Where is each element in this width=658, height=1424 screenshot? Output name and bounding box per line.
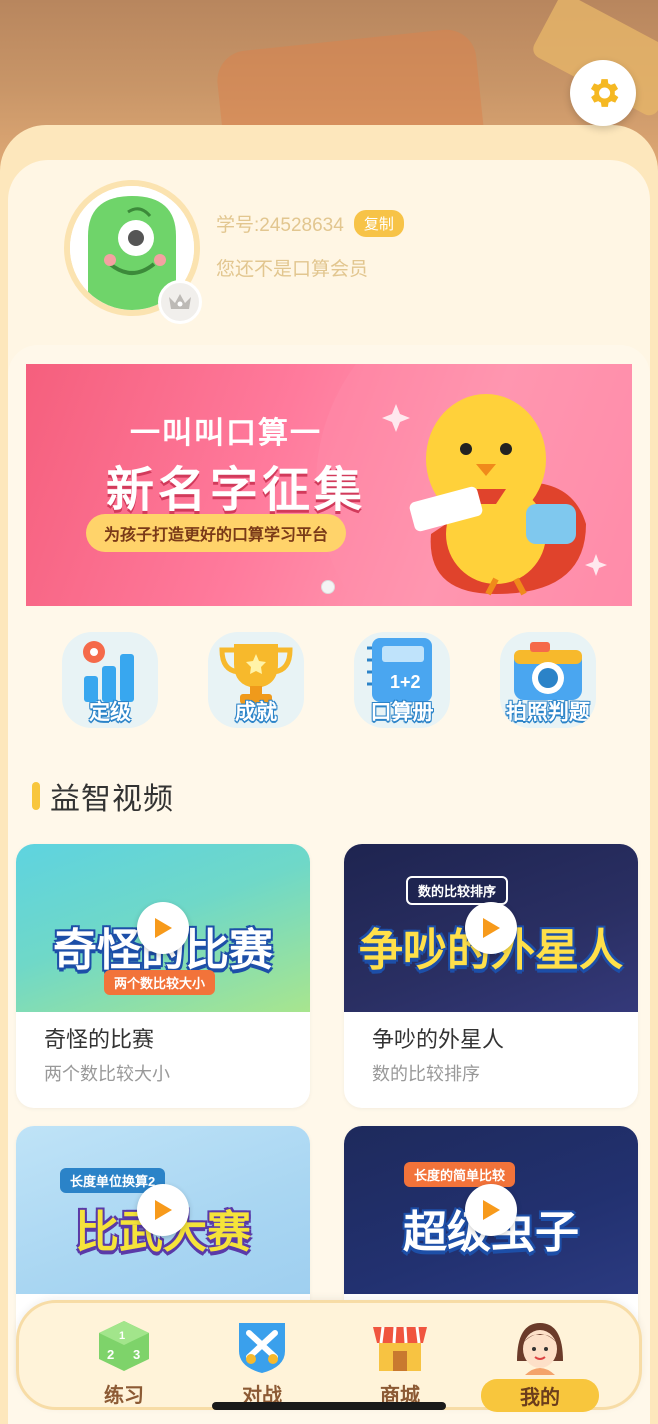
video-title: 争吵的外星人 (372, 1027, 505, 1052)
gear-icon (590, 79, 619, 107)
section-header: 益智视频 (32, 774, 174, 818)
camera-icon: 拍照判题 (500, 632, 596, 728)
banner-subtitle: 一叫叫口算一 (130, 417, 322, 450)
home-indicator (212, 1402, 446, 1410)
shortcut-achievement[interactable]: 成就 (204, 632, 308, 728)
shortcut-photo-check[interactable]: 拍照判题 (496, 632, 600, 728)
thumbnail-subtitle: 长度的简单比较 (404, 1162, 516, 1187)
video-title: 奇怪的比赛 (44, 1027, 155, 1052)
nav-shop[interactable]: 商城 (345, 1317, 455, 1408)
play-icon (155, 918, 172, 938)
notebook-icon: 1+2 口算册 (354, 632, 450, 728)
shortcut-label: 成就 (235, 701, 277, 724)
svg-text:2: 2 (107, 1347, 114, 1362)
level-chart-icon: 定级 (62, 632, 158, 728)
member-status[interactable]: 您还不是口算会员 (216, 254, 368, 281)
profile-avatar-icon (509, 1317, 571, 1375)
video-thumbnail: 奇怪的比赛 两个数比较大小 (16, 844, 310, 1012)
copy-button[interactable]: 复制 (353, 210, 404, 237)
nav-label: 练习 (104, 1385, 144, 1407)
play-icon (155, 1200, 172, 1220)
video-card[interactable]: 奇怪的比赛 两个数比较大小 奇怪的比赛 两个数比较大小 (16, 844, 310, 1108)
shortcut-label: 拍照判题 (506, 701, 590, 724)
settings-button[interactable] (570, 60, 636, 126)
thumbnail-subtitle: 数的比较排序 (406, 876, 509, 905)
play-icon (483, 1200, 500, 1220)
play-icon (483, 918, 500, 938)
video-thumbnail: 比武大赛 长度单位换算2 (16, 1126, 310, 1294)
shortcut-label: 定级 (89, 701, 131, 724)
svg-text:1: 1 (119, 1330, 125, 1342)
banner-tagline: 为孩子打造更好的口算学习平台 (86, 514, 347, 552)
video-description: 数的比较排序 (372, 1064, 480, 1084)
shortcut-notebook[interactable]: 1+2 口算册 (350, 632, 454, 728)
crown-badge (158, 280, 202, 324)
play-button[interactable] (465, 902, 517, 954)
video-card[interactable]: 争吵的外星人 数的比较排序 争吵的外星人 数的比较排序 (344, 844, 638, 1108)
student-id: 学号:24528634 (216, 215, 344, 236)
trophy-icon: 成就 (208, 632, 304, 728)
battle-icon (231, 1317, 293, 1375)
shortcut-level[interactable]: 定级 (58, 632, 162, 728)
nav-practice[interactable]: 1 2 3 练习 (69, 1317, 179, 1408)
banner-title: 新名字征集 (106, 464, 367, 517)
svg-text:1+2: 1+2 (390, 672, 421, 692)
shortcut-label: 口算册 (370, 701, 434, 724)
play-button[interactable] (137, 1184, 189, 1236)
nav-mine[interactable]: 我的 (481, 1317, 599, 1412)
dice-icon: 1 2 3 (93, 1317, 155, 1375)
nav-label: 我的 (481, 1379, 599, 1412)
video-thumbnail: 超级虫子 长度的简单比较 (344, 1126, 638, 1294)
section-accent-bar (32, 782, 40, 810)
carousel-indicator[interactable] (321, 580, 335, 594)
thumbnail-subtitle: 两个数比较大小 (104, 970, 216, 995)
nav-battle[interactable]: 对战 (207, 1317, 317, 1408)
bottom-nav: 1 2 3 练习 对战 商城 我的 (16, 1300, 642, 1412)
section-title: 益智视频 (50, 783, 174, 816)
crown-icon (169, 294, 191, 309)
play-button[interactable] (465, 1184, 517, 1236)
svg-text:3: 3 (133, 1347, 140, 1362)
shop-icon (369, 1317, 431, 1375)
play-button[interactable] (137, 902, 189, 954)
video-thumbnail: 争吵的外星人 数的比较排序 (344, 844, 638, 1012)
video-description: 两个数比较大小 (44, 1064, 170, 1084)
student-id-row: 学号:24528634 复制 (216, 210, 404, 237)
